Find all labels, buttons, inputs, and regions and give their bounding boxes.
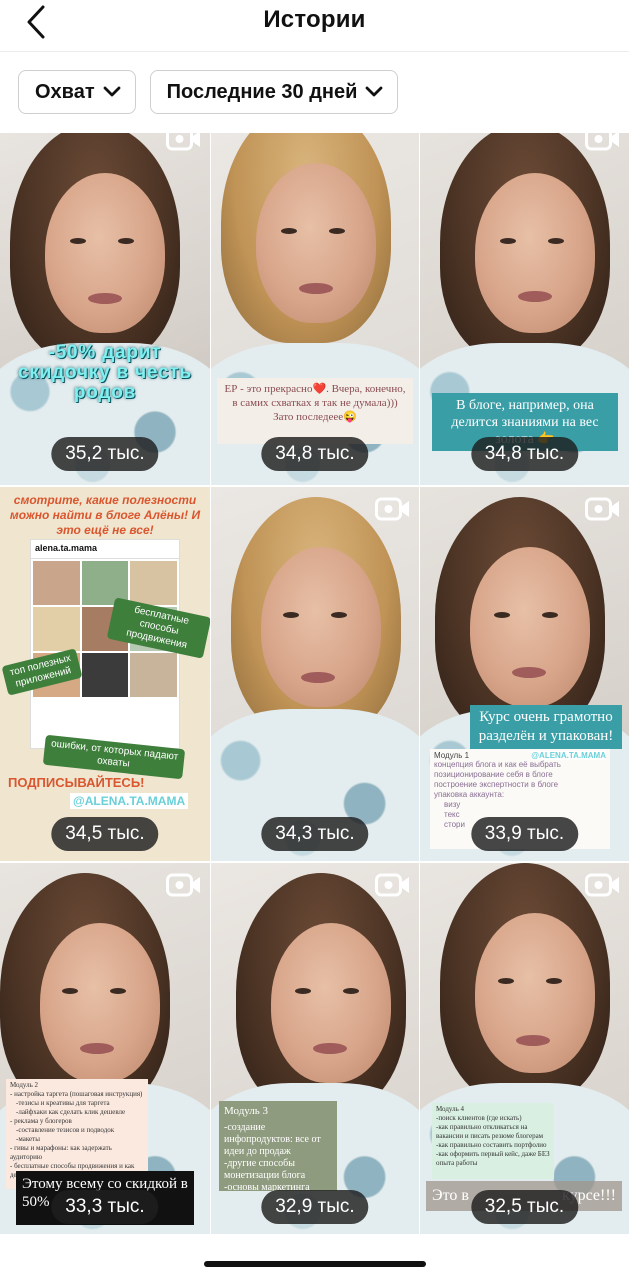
story-photo bbox=[211, 487, 419, 861]
story-photo bbox=[0, 133, 210, 485]
module-title: Модуль 1 bbox=[434, 751, 470, 760]
module-line: -лайфхаки как сделать клик дешевле bbox=[16, 1108, 126, 1116]
module-line: визу bbox=[444, 800, 461, 809]
story-tile[interactable]: Модуль 4 -поиск клиентов (где искать) -к… bbox=[420, 863, 629, 1234]
story-tile[interactable]: смотрите, какие полезности можно найти в… bbox=[0, 487, 210, 861]
chevron-down-icon bbox=[103, 86, 121, 97]
module-line: -поиск клиентов (где искать) bbox=[436, 1114, 522, 1122]
mention-tag: @ALENA.TA.MAMA bbox=[531, 751, 606, 760]
mention-tag: @ALENA.TA.MAMA bbox=[70, 793, 189, 809]
reach-count: 32,9 тыс. bbox=[261, 1190, 369, 1224]
period-dropdown[interactable]: Последние 30 дней bbox=[149, 70, 399, 114]
story-tile[interactable]: ЕР - это прекрасно❤️. Вчера, конечно, в … bbox=[211, 133, 419, 485]
story-tile[interactable]: Модуль 2 - настройка таргета (пошаговая … bbox=[0, 863, 210, 1234]
story-tile[interactable]: -50% дарит скидочку в честь родов 35,2 т… bbox=[0, 133, 210, 485]
module-card: Модуль 4 -поиск клиентов (где искать) -к… bbox=[432, 1103, 554, 1179]
video-camera-icon bbox=[585, 133, 619, 151]
module-line: позиционирование себя в блоге bbox=[434, 770, 553, 779]
module-line: концепция блога и как её выбрать bbox=[434, 760, 561, 769]
top-bar: Истории bbox=[0, 0, 629, 52]
period-dropdown-label: Последние 30 дней bbox=[166, 80, 358, 103]
video-camera-icon bbox=[375, 497, 409, 521]
story-tile[interactable]: 34,3 тыс. bbox=[211, 487, 419, 861]
story-caption: Курс очень грамотно разделён и упакован! bbox=[470, 705, 622, 749]
story-caption-left: Это в bbox=[432, 1187, 469, 1204]
reach-count: 34,3 тыс. bbox=[261, 817, 369, 851]
home-indicator[interactable] bbox=[204, 1261, 426, 1267]
module-line: -макеты bbox=[16, 1135, 40, 1143]
promo-title: смотрите, какие полезности можно найти в… bbox=[9, 493, 201, 537]
module-line: построение экспертности в блоге bbox=[434, 780, 559, 789]
module-line: -тезисы и креативы для таргета bbox=[16, 1099, 110, 1107]
metric-dropdown[interactable]: Охват bbox=[18, 70, 136, 114]
module-line: -создание инфопродуктов: все от идеи до … bbox=[224, 1122, 321, 1157]
reach-count: 33,9 тыс. bbox=[470, 817, 579, 851]
story-caption: -50% дарит скидочку в честь родов bbox=[18, 343, 192, 403]
video-camera-icon bbox=[166, 133, 200, 151]
module-line: -другие способы монетизации блога bbox=[224, 1158, 306, 1181]
module-line: -как правильно составить портфолио bbox=[436, 1141, 547, 1149]
page-title: Истории bbox=[263, 6, 366, 33]
module-line: -составление тезисов и подводок bbox=[16, 1126, 115, 1134]
module-line: -как оформить первый кейс, даже БЕЗ опыт… bbox=[436, 1150, 550, 1167]
module-line: - реклама у блогеров bbox=[10, 1117, 72, 1125]
video-camera-icon bbox=[166, 873, 200, 897]
video-camera-icon bbox=[585, 497, 619, 521]
video-camera-icon bbox=[585, 873, 619, 897]
reach-count: 34,8 тыс. bbox=[261, 437, 369, 471]
reach-count: 35,2 тыс. bbox=[51, 437, 159, 471]
module-line: упаковка аккаунта: bbox=[434, 790, 505, 799]
module-line: - настройка таргета (пошаговая инструкци… bbox=[10, 1090, 143, 1098]
chevron-down-icon bbox=[366, 86, 383, 97]
stories-grid: -50% дарит скидочку в честь родов 35,2 т… bbox=[0, 133, 629, 1234]
story-tile[interactable]: В блоге, например, она делится знаниями … bbox=[420, 133, 629, 485]
story-caption: ЕР - это прекрасно❤️. Вчера, конечно, в … bbox=[217, 378, 413, 444]
module-title: Модуль 4 bbox=[436, 1105, 465, 1113]
profile-handle: alena.ta.mama bbox=[35, 543, 98, 553]
reach-count: 32,5 тыс. bbox=[470, 1190, 579, 1224]
reach-count: 33,3 тыс. bbox=[51, 1190, 159, 1224]
reach-count: 34,8 тыс. bbox=[470, 437, 579, 471]
module-card: Модуль 3 -создание инфопродуктов: все от… bbox=[219, 1101, 337, 1191]
module-title: Модуль 2 bbox=[10, 1081, 39, 1089]
subscribe-text: ПОДПИСЫВАЙТЕСЬ! bbox=[8, 775, 145, 790]
story-tile[interactable]: Модуль 3 -создание инфопродуктов: все от… bbox=[211, 863, 419, 1234]
reach-count: 34,5 тыс. bbox=[51, 817, 159, 851]
module-title: Модуль 3 bbox=[224, 1105, 269, 1117]
story-tile[interactable]: Курс очень грамотно разделён и упакован!… bbox=[420, 487, 629, 861]
module-line: - гивы и марафоны: как задержать аудитор… bbox=[10, 1144, 112, 1161]
module-line: -как правильно откликаться на вакансии и… bbox=[436, 1123, 544, 1140]
filter-bar: Охват Последние 30 дней bbox=[18, 70, 399, 114]
metric-dropdown-label: Охват bbox=[35, 80, 95, 103]
video-camera-icon bbox=[375, 873, 409, 897]
